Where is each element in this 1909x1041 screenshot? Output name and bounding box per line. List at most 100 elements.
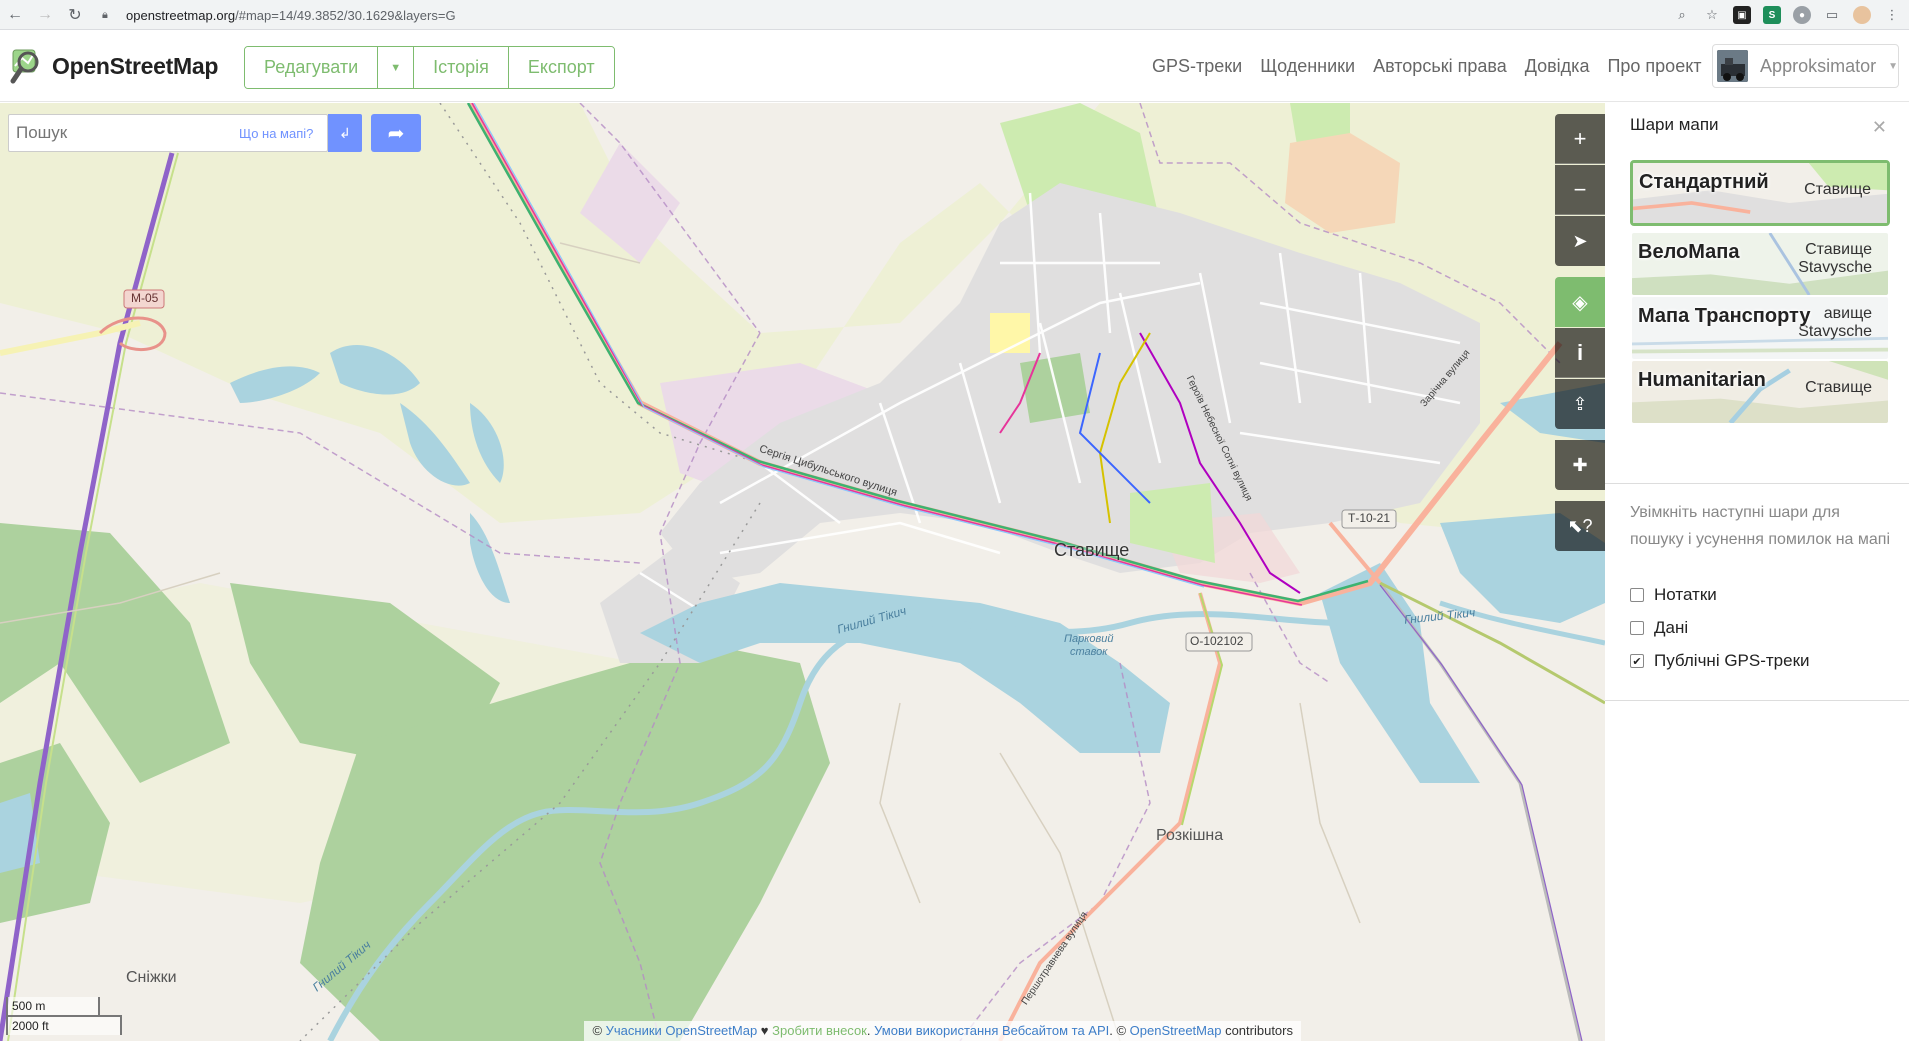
- address-bar[interactable]: 🔒︎ openstreetmap.org /#map=14/49.3852/30…: [102, 4, 1702, 26]
- locate-arrow-icon: ➤: [1572, 230, 1588, 251]
- back-icon[interactable]: ←: [0, 0, 30, 30]
- layer-name-standard: Стандартний: [1639, 171, 1769, 193]
- nav-help[interactable]: Довідка: [1525, 56, 1590, 77]
- attribution-contributors-text: contributors: [1221, 1023, 1293, 1038]
- overlay-gps[interactable]: ✔ Публічні GPS-треки: [1630, 651, 1810, 671]
- nav-diaries[interactable]: Щоденники: [1260, 56, 1355, 77]
- layer-humanitarian[interactable]: Humanitarian Ставище: [1630, 359, 1890, 425]
- minus-icon: −: [1573, 176, 1587, 202]
- town-label: Ставище: [1054, 540, 1130, 560]
- user-caret-icon: ▼: [1888, 60, 1898, 72]
- directions-button[interactable]: ➦: [371, 114, 421, 152]
- sidebar-title: Шари мапи: [1630, 115, 1719, 134]
- info-icon: i: [1576, 339, 1584, 365]
- extension-icon[interactable]: ▣: [1733, 6, 1751, 24]
- layer-town-transport-1: авище: [1823, 305, 1872, 322]
- browser-profile-icon[interactable]: [1853, 6, 1871, 24]
- directions-icon: ➦: [387, 122, 405, 145]
- layer-name-cyclemap: ВелоМапа: [1638, 241, 1740, 263]
- cast-icon[interactable]: ▭: [1823, 6, 1841, 24]
- extension-s-icon[interactable]: S: [1763, 6, 1781, 24]
- layer-town-standard: Ставище: [1804, 181, 1871, 198]
- layers-sidebar: Шари мапи ✕ Стандартний Ставище ВелоМапа…: [1605, 103, 1909, 1041]
- user-avatar: [1717, 50, 1749, 82]
- layer-cyclemap[interactable]: ВелоМапа Ставище Stavysche: [1630, 231, 1890, 297]
- layer-town-cyclemap-1: Ставище: [1805, 241, 1872, 258]
- edit-button[interactable]: Редагувати: [245, 47, 379, 88]
- edit-dropdown-icon[interactable]: ▼: [378, 47, 415, 88]
- overlay-data-label: Дані: [1654, 618, 1689, 637]
- layer-town-cyclemap: Ставище Stavysche: [1798, 241, 1872, 277]
- browser-icons: ⌕ ☆ ▣ S ● ▭ ⋮: [1673, 0, 1901, 30]
- user-menu[interactable]: Approksimator ▼: [1712, 44, 1899, 88]
- browser-toolbar: ← → ↻ 🔒︎ openstreetmap.org /#map=14/49.3…: [0, 0, 1909, 30]
- zoom-in-button[interactable]: +: [1555, 114, 1605, 164]
- layer-town-cyclemap-2: Stavysche: [1798, 259, 1872, 276]
- add-note-button[interactable]: ✚: [1555, 440, 1605, 490]
- search-box: Що на мапі?: [8, 114, 328, 152]
- layer-name-humanitarian: Humanitarian: [1638, 369, 1766, 391]
- zoom-icon[interactable]: ⌕: [1673, 6, 1691, 24]
- star-icon[interactable]: ☆: [1703, 6, 1721, 24]
- attribution-contributors-link[interactable]: Учасники OpenStreetMap: [606, 1023, 758, 1038]
- url-host: openstreetmap.org: [126, 7, 236, 23]
- map-canvas[interactable]: М-05 Т-10-21 О-102102 Ставище Розкішна С…: [0, 103, 1605, 1041]
- history-button[interactable]: Історія: [414, 47, 509, 88]
- logo[interactable]: OpenStreetMap: [10, 48, 218, 84]
- what-is-here-link[interactable]: Що на мапі?: [239, 126, 313, 141]
- lock-icon: 🔒︎: [102, 8, 108, 21]
- enter-icon: ↲: [339, 124, 351, 141]
- attribution-terms-link[interactable]: Умови використання Вебсайтом та API: [874, 1023, 1109, 1038]
- overlay-gps-checkbox[interactable]: ✔: [1630, 654, 1644, 668]
- close-icon[interactable]: ✕: [1872, 117, 1887, 138]
- search-input[interactable]: [9, 116, 239, 150]
- attribution-donate-link[interactable]: Зробити внесок: [772, 1023, 867, 1038]
- scale-bar: 500 m 2000 ft: [6, 997, 122, 1035]
- sidebar-divider-2: [1605, 700, 1909, 701]
- attribution-prefix: ©: [592, 1023, 606, 1038]
- layer-name-transport: Мапа Транспорту: [1638, 305, 1811, 327]
- layer-transport[interactable]: Мапа Транспорту авище Stavysche: [1630, 295, 1890, 361]
- overlay-note: Увімкніть наступні шари для пошуку і усу…: [1630, 504, 1891, 548]
- locate-button[interactable]: ➤: [1555, 216, 1605, 266]
- add-note-icon: ✚: [1572, 454, 1588, 475]
- more-menu-icon[interactable]: ⋮: [1883, 6, 1901, 24]
- extension-circle-icon[interactable]: ●: [1793, 6, 1811, 24]
- reload-icon[interactable]: ↻: [60, 0, 90, 30]
- legend-button[interactable]: i: [1555, 328, 1605, 378]
- scale-metric: 500 m: [6, 997, 100, 1017]
- road-label-o102102: О-102102: [1190, 634, 1244, 648]
- nav-gps-traces[interactable]: GPS-треки: [1152, 56, 1242, 77]
- pond-label: Парковий ставок: [1064, 633, 1114, 658]
- logo-text: OpenStreetMap: [52, 52, 219, 79]
- forward-icon[interactable]: →: [30, 0, 60, 30]
- plus-icon: +: [1573, 125, 1587, 151]
- overlay-notes-label: Нотатки: [1654, 585, 1717, 604]
- overlay-notes[interactable]: Нотатки: [1630, 585, 1717, 605]
- nav-about[interactable]: Про проект: [1607, 56, 1701, 77]
- share-button[interactable]: ⇪: [1555, 379, 1605, 429]
- query-features-button[interactable]: ⬉?: [1555, 501, 1605, 551]
- layer-standard[interactable]: Стандартний Ставище: [1630, 160, 1890, 226]
- overlay-notes-checkbox[interactable]: [1630, 588, 1644, 602]
- nav-copyright[interactable]: Авторські права: [1373, 56, 1507, 77]
- url-path: /#map=14/49.3852/30.1629&layers=G: [235, 7, 456, 23]
- share-icon: ⇪: [1572, 393, 1588, 414]
- site-header: OpenStreetMap Редагувати ▼ Історія Експо…: [0, 30, 1909, 102]
- attribution-osm-link[interactable]: OpenStreetMap: [1130, 1023, 1222, 1038]
- query-cursor-icon: ⬉?: [1567, 515, 1593, 536]
- attribution: © Учасники OpenStreetMap ♥ Зробити внесо…: [584, 1021, 1301, 1041]
- layers-icon: ◈: [1572, 291, 1588, 314]
- village-label-snizhky: Сніжки: [126, 969, 177, 986]
- export-button[interactable]: Експорт: [508, 47, 614, 88]
- overlay-data[interactable]: Дані: [1630, 618, 1688, 638]
- overlay-data-checkbox[interactable]: [1630, 621, 1644, 635]
- search-go-button[interactable]: ↲: [328, 114, 362, 152]
- layers-button[interactable]: ◈: [1555, 277, 1605, 327]
- road-label-m05: М-05: [131, 291, 159, 305]
- top-nav: GPS-треки Щоденники Авторські права Дові…: [1152, 56, 1702, 77]
- layer-town-humanitarian: Ставище: [1805, 379, 1872, 396]
- map-tiles: [0, 103, 1605, 1041]
- zoom-out-button[interactable]: −: [1555, 165, 1605, 215]
- road-label-t1021: Т-10-21: [1348, 511, 1391, 525]
